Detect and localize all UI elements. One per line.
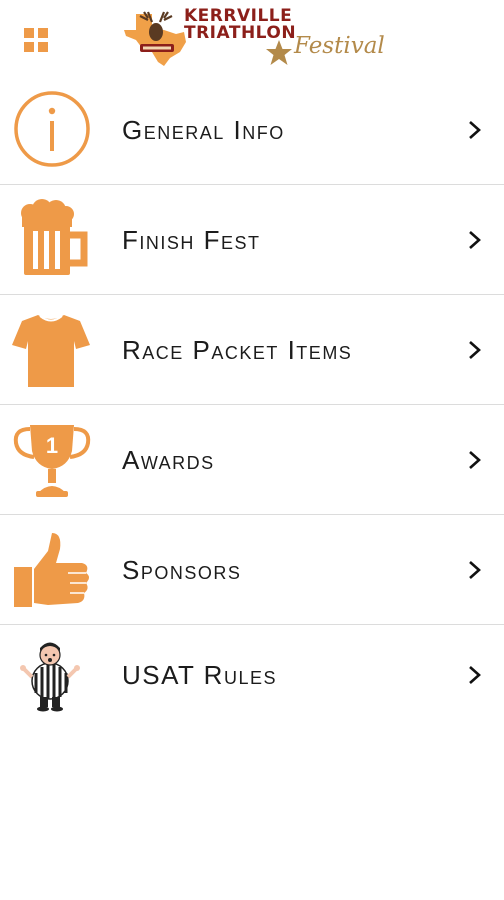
chevron-right-icon — [464, 449, 486, 471]
referee-icon — [8, 633, 94, 719]
chevron-right-icon — [464, 229, 486, 251]
grid-menu-icon[interactable] — [22, 26, 50, 54]
menu-item-label: Race Packet Items — [122, 335, 353, 365]
menu-item-label: Finish Fest — [122, 225, 261, 255]
app-header: KERRVILLE TRIATHLON Festival — [0, 0, 504, 75]
svg-text:1: 1 — [46, 433, 58, 458]
menu-item-usat-rules[interactable]: USAT Rules — [0, 625, 504, 725]
beer-mug-icon — [8, 197, 94, 283]
menu-item-label: Sponsors — [122, 555, 242, 585]
kerrville-triathlon-logo: KERRVILLE TRIATHLON Festival — [118, 6, 388, 70]
trophy-icon: 1 — [8, 417, 94, 503]
menu-item-finish-fest[interactable]: Finish Fest — [0, 185, 504, 295]
menu-item-sponsors[interactable]: Sponsors — [0, 515, 504, 625]
chevron-right-icon — [464, 664, 486, 686]
chevron-right-icon — [464, 119, 486, 141]
logo-line-3: Festival — [294, 33, 385, 59]
logo-line-2: TRIATHLON — [184, 23, 297, 43]
menu-item-general-info[interactable]: General Info — [0, 75, 504, 185]
menu-item-label: Awards — [122, 445, 215, 475]
menu-item-awards[interactable]: 1 Awards — [0, 405, 504, 515]
main-menu: General Info Finish Fest Race Packet Ite… — [0, 75, 504, 725]
chevron-right-icon — [464, 339, 486, 361]
menu-item-race-packet-items[interactable]: Race Packet Items — [0, 295, 504, 405]
shirt-icon — [8, 307, 94, 393]
chevron-right-icon — [464, 559, 486, 581]
info-icon — [8, 87, 94, 173]
menu-item-label: General Info — [122, 115, 285, 145]
thumbs-up-icon — [8, 527, 94, 613]
menu-item-label: USAT Rules — [122, 660, 277, 690]
